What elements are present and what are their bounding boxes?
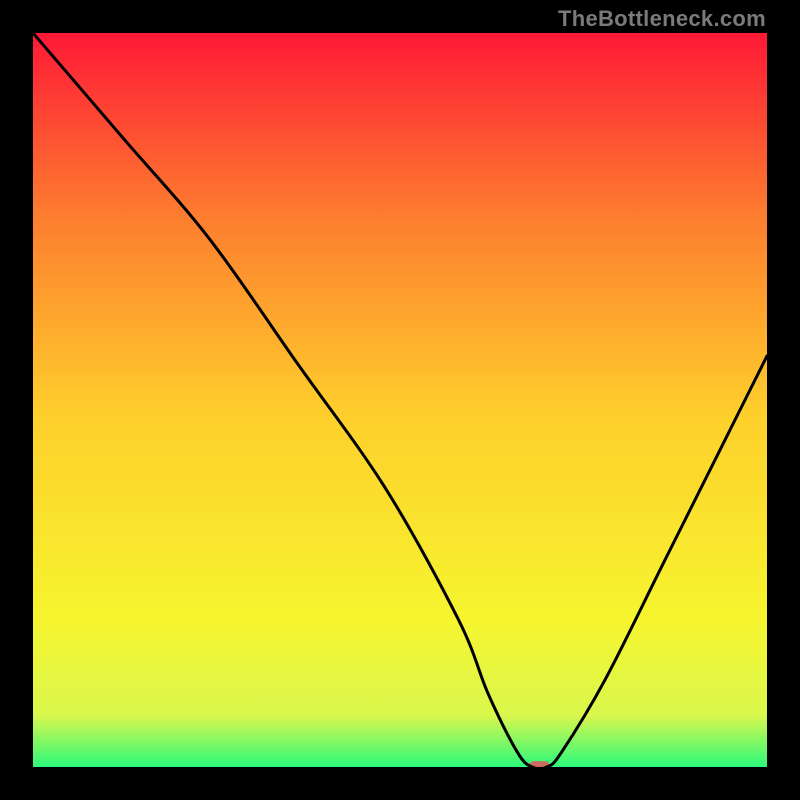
chart-frame: TheBottleneck.com: [0, 0, 800, 800]
watermark-text: TheBottleneck.com: [558, 6, 766, 32]
plot-area: [33, 33, 767, 767]
chart-svg: [33, 33, 767, 767]
gradient-background: [33, 33, 767, 767]
